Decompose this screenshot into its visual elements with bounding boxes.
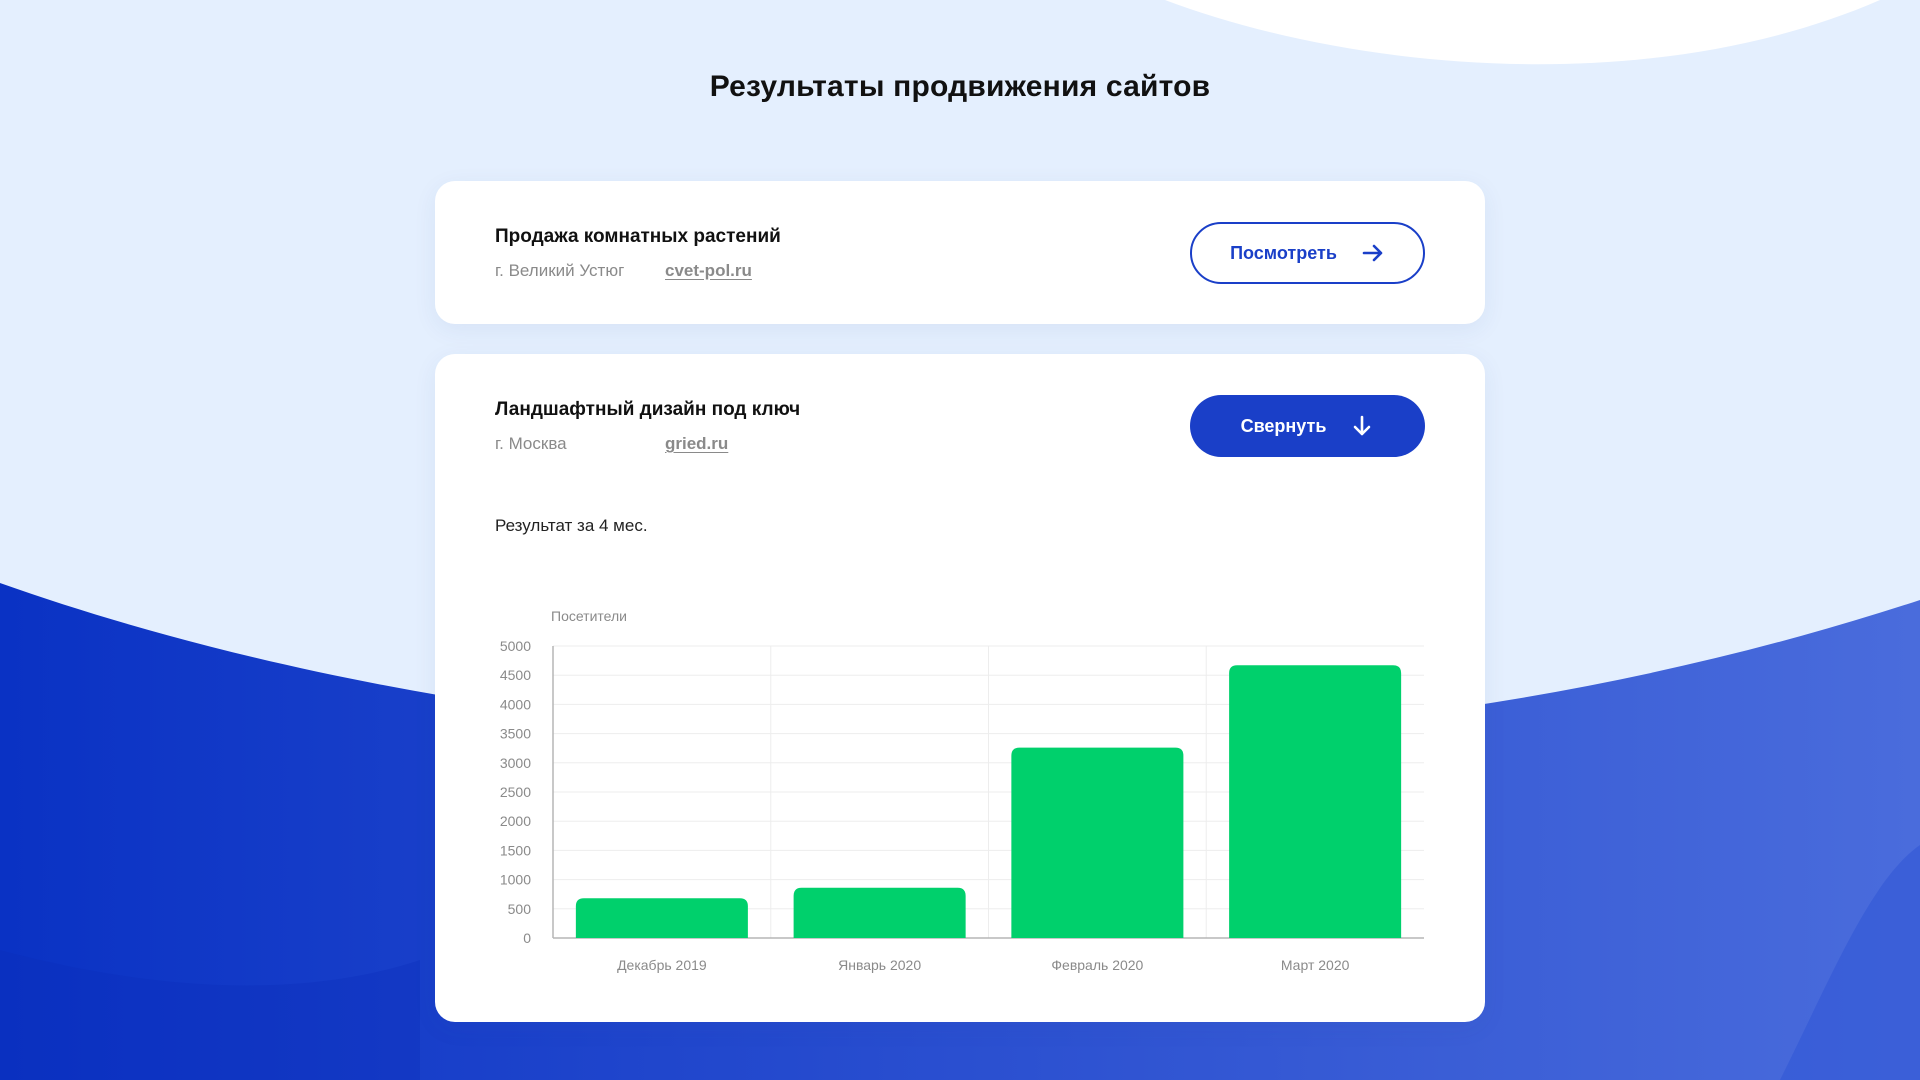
y-tick-label: 5000 [500,638,531,654]
collapse-button-label: Свернуть [1240,415,1327,436]
x-tick-label: Февраль 2020 [1051,957,1143,973]
visitors-bar-chart: 0 500 1000 1500 2000 2500 3000 3500 4000 4500 5000… [500,608,1424,973]
y-tick-label: 2500 [500,784,531,800]
y-tick-label: 2000 [500,813,531,829]
project-city: г. Великий Устюг [495,261,625,280]
project-city: г. Москва [495,434,567,453]
x-tick-label: Декабрь 2019 [617,957,707,973]
y-tick-label: 4500 [500,667,531,683]
y-tick-label: 500 [508,901,532,917]
y-axis-label: Посетители [551,608,627,624]
arrow-down-icon [1350,414,1374,438]
y-tick-label: 3000 [500,755,531,771]
arrow-right-icon [1361,241,1385,265]
project-title: Продажа комнатных растений [495,226,781,247]
project-site-link[interactable]: gried.ru [665,434,728,454]
result-period-label: Результат за 4 мес. [495,516,648,535]
y-tick-label: 1500 [500,842,531,858]
project-card-landscape: Ландшафтный дизайн под ключ г. Москва gr… [435,354,1485,1022]
page-title: Результаты продвижения сайтов [709,70,1211,103]
project-card-plants: Продажа комнатных растений г. Великий Ус… [435,181,1485,324]
y-tick-label: 1000 [500,872,531,888]
x-tick-label: Март 2020 [1281,957,1350,973]
bar [1229,665,1402,938]
y-tick-label: 3500 [500,726,531,742]
view-button[interactable]: Посмотреть [1190,222,1425,284]
bar [793,887,966,938]
y-tick-label: 0 [523,930,531,946]
collapse-button[interactable]: Свернуть [1190,395,1425,457]
project-site-link[interactable]: cvet-pol.ru [665,261,752,281]
y-tick-label: 4000 [500,696,531,712]
project-title: Ландшафтный дизайн под ключ [495,399,801,420]
bar [575,898,748,938]
bar [1011,747,1184,938]
x-tick-label: Январь 2020 [838,957,921,973]
view-button-label: Посмотреть [1230,242,1337,263]
